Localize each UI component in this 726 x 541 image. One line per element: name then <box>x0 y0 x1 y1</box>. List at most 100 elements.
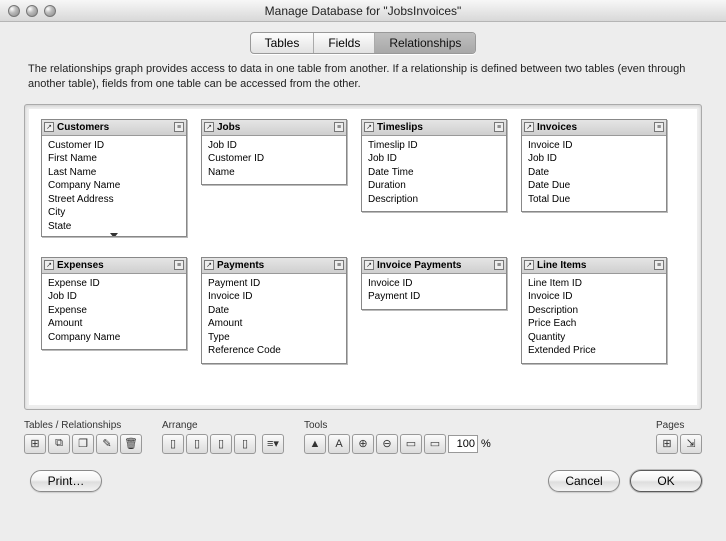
table-occurrence[interactable]: ↗Expenses≡ Expense IDJob IDExpenseAmountC… <box>41 257 187 351</box>
cancel-button[interactable]: Cancel <box>548 470 620 492</box>
field-name[interactable]: Type <box>208 331 340 345</box>
ok-button[interactable]: OK <box>630 470 702 492</box>
delete-button[interactable]: 🗑 <box>120 434 142 454</box>
tab-tables[interactable]: Tables <box>251 33 315 53</box>
page-breaks-button[interactable]: ⇲ <box>680 434 702 454</box>
field-name[interactable]: Duration <box>368 179 500 193</box>
field-name[interactable]: Customer ID <box>48 139 180 153</box>
collapse-icon[interactable]: ≡ <box>654 122 664 132</box>
toolgroup-tables: Tables / Relationships ⊞ ⧉ ❐ ✎ 🗑 <box>24 420 142 454</box>
expand-icon[interactable]: ↗ <box>44 260 54 270</box>
field-name[interactable]: Company Name <box>48 179 180 193</box>
distribute-button[interactable]: ▯ <box>234 434 256 454</box>
field-name[interactable]: Expense <box>48 304 180 318</box>
table-occurrence[interactable]: ↗Invoices≡ Invoice IDJob IDDateDate DueTo… <box>521 119 667 213</box>
zoom-out-button[interactable]: ⊖ <box>376 434 398 454</box>
field-name[interactable]: Date <box>208 304 340 318</box>
text-tool-button[interactable]: A <box>328 434 350 454</box>
add-table-button[interactable]: ⊞ <box>24 434 46 454</box>
expand-icon[interactable]: ↗ <box>524 122 534 132</box>
field-name[interactable]: Amount <box>208 317 340 331</box>
field-name[interactable]: Job ID <box>528 152 660 166</box>
align-center-button[interactable]: ▯ <box>186 434 208 454</box>
expand-icon[interactable]: ↗ <box>204 122 214 132</box>
table-name: Expenses <box>57 260 171 271</box>
table-occurrence[interactable]: ↗Line Items≡ Line Item IDInvoice IDDescri… <box>521 257 667 364</box>
field-name[interactable]: Line Item ID <box>528 277 660 291</box>
field-name[interactable]: First Name <box>48 152 180 166</box>
relationships-canvas[interactable]: ↗Customers≡Customer IDFirst NameLast Nam… <box>29 109 697 405</box>
field-name[interactable]: Invoice ID <box>528 290 660 304</box>
edit-button[interactable]: ✎ <box>96 434 118 454</box>
field-name[interactable]: City <box>48 206 180 220</box>
table-header[interactable]: ↗Invoices≡ <box>522 120 666 136</box>
collapse-icon[interactable]: ≡ <box>654 260 664 270</box>
field-name[interactable]: Last Name <box>48 166 180 180</box>
field-name[interactable]: Invoice ID <box>208 290 340 304</box>
table-occurrence[interactable]: ↗Timeslips≡ Timeslip IDJob IDDate TimeDur… <box>361 119 507 213</box>
align-left-button[interactable]: ▯ <box>162 434 184 454</box>
field-name[interactable]: Quantity <box>528 331 660 345</box>
field-name[interactable]: Job ID <box>48 290 180 304</box>
table-occurrence[interactable]: ↗Customers≡ Customer IDFirst NameLast Nam… <box>41 119 187 237</box>
fit-button[interactable]: ▭ <box>400 434 422 454</box>
table-header[interactable]: ↗Customers≡ <box>42 120 186 136</box>
table-occurrence[interactable]: ↗Jobs≡Job IDCustomer IDName <box>201 119 347 186</box>
tab-fields[interactable]: Fields <box>314 33 375 53</box>
arrange-menu-button[interactable]: ≡▾ <box>262 434 284 454</box>
field-name[interactable]: Reference Code <box>208 344 340 358</box>
expand-icon[interactable]: ↗ <box>364 260 374 270</box>
field-name[interactable]: Job ID <box>208 139 340 153</box>
field-name[interactable]: Description <box>368 193 500 207</box>
field-name[interactable]: Total Due <box>528 193 660 207</box>
table-header[interactable]: ↗Timeslips≡ <box>362 120 506 136</box>
pointer-tool-button[interactable]: ▲ <box>304 434 326 454</box>
print-button[interactable]: Print… <box>30 470 102 492</box>
expand-icon[interactable]: ↗ <box>524 260 534 270</box>
collapse-icon[interactable]: ≡ <box>494 122 504 132</box>
table-header[interactable]: ↗Invoice Payments≡ <box>362 258 506 274</box>
field-name[interactable]: Expense ID <box>48 277 180 291</box>
table-fields: Job IDCustomer IDName <box>202 136 346 185</box>
collapse-icon[interactable]: ≡ <box>494 260 504 270</box>
collapse-icon[interactable]: ≡ <box>334 260 344 270</box>
field-name[interactable]: Price Each <box>528 317 660 331</box>
field-name[interactable]: Payment ID <box>368 290 500 304</box>
add-relationship-button[interactable]: ⧉ <box>48 434 70 454</box>
field-name[interactable]: Name <box>208 166 340 180</box>
field-name[interactable]: Invoice ID <box>528 139 660 153</box>
expand-icon[interactable]: ↗ <box>364 122 374 132</box>
collapse-icon[interactable]: ≡ <box>174 260 184 270</box>
field-name[interactable]: Amount <box>48 317 180 331</box>
table-header[interactable]: ↗Line Items≡ <box>522 258 666 274</box>
field-name[interactable]: Date Time <box>368 166 500 180</box>
align-right-button[interactable]: ▯ <box>210 434 232 454</box>
field-name[interactable]: Date Due <box>528 179 660 193</box>
expand-icon[interactable]: ↗ <box>204 260 214 270</box>
zoom-in-button[interactable]: ⊕ <box>352 434 374 454</box>
duplicate-button[interactable]: ❐ <box>72 434 94 454</box>
collapse-icon[interactable]: ≡ <box>174 122 184 132</box>
table-header[interactable]: ↗Jobs≡ <box>202 120 346 136</box>
field-name[interactable]: Date <box>528 166 660 180</box>
field-name[interactable]: Customer ID <box>208 152 340 166</box>
page-grid-button[interactable]: ⊞ <box>656 434 678 454</box>
expand-icon[interactable]: ↗ <box>44 122 54 132</box>
field-name[interactable]: State <box>48 220 180 234</box>
field-name[interactable]: Timeslip ID <box>368 139 500 153</box>
tab-relationships[interactable]: Relationships <box>375 33 475 53</box>
field-name[interactable]: Job ID <box>368 152 500 166</box>
field-name[interactable]: Description <box>528 304 660 318</box>
field-name[interactable]: Invoice ID <box>368 277 500 291</box>
table-occurrence[interactable]: ↗Payments≡ Payment IDInvoice IDDateAmount… <box>201 257 347 364</box>
field-name[interactable]: Company Name <box>48 331 180 345</box>
table-header[interactable]: ↗Payments≡ <box>202 258 346 274</box>
actual-size-button[interactable]: ▭ <box>424 434 446 454</box>
field-name[interactable]: Extended Price <box>528 344 660 358</box>
field-name[interactable]: Street Address <box>48 193 180 207</box>
field-name[interactable]: Payment ID <box>208 277 340 291</box>
table-occurrence[interactable]: ↗Invoice Payments≡ Invoice IDPayment ID <box>361 257 507 310</box>
zoom-input[interactable] <box>448 435 478 453</box>
collapse-icon[interactable]: ≡ <box>334 122 344 132</box>
table-header[interactable]: ↗Expenses≡ <box>42 258 186 274</box>
